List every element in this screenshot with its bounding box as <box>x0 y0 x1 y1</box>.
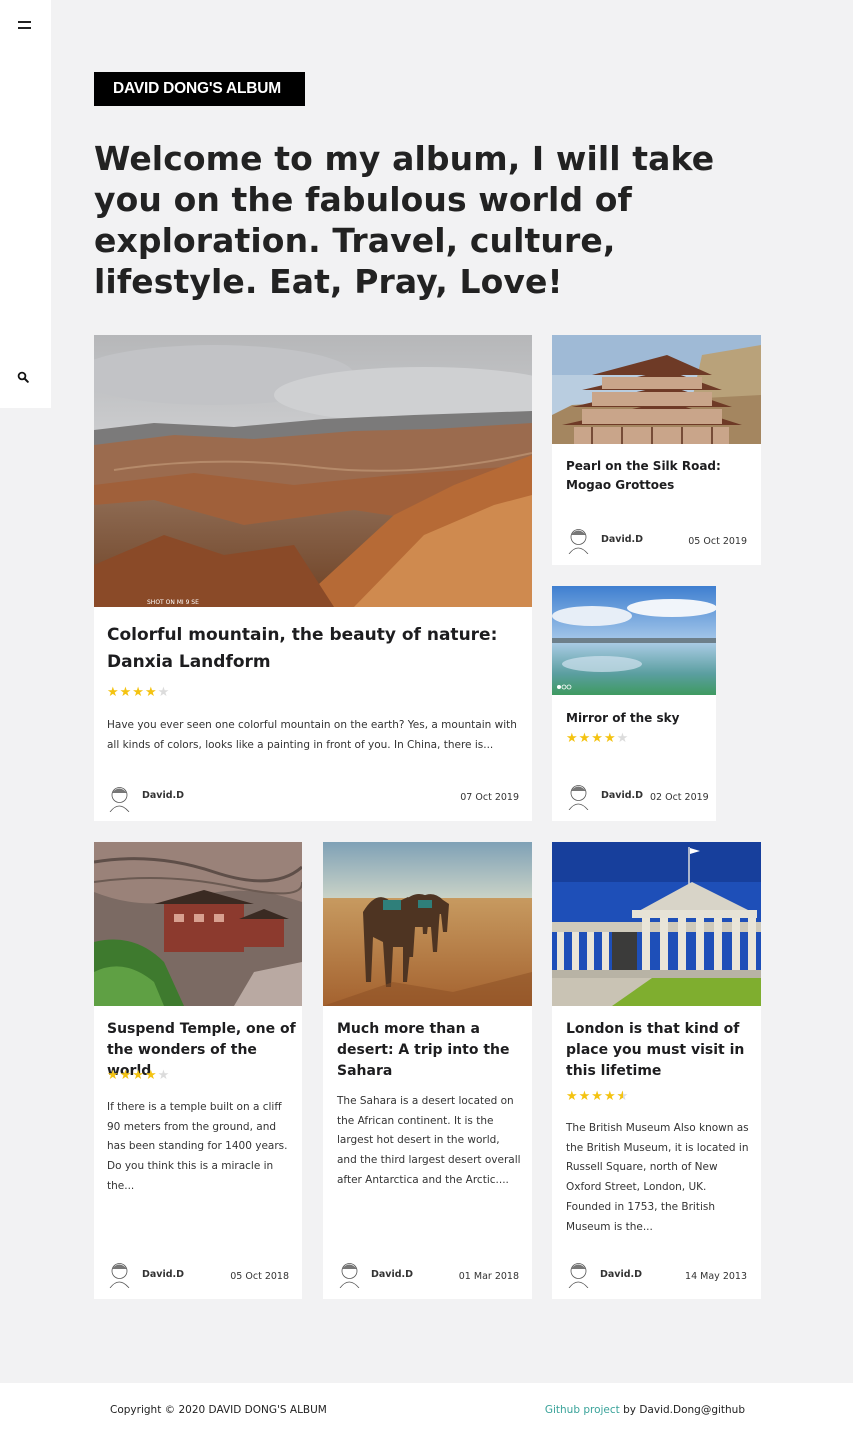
github-credit: Github project by David.Dong@github <box>545 1404 745 1416</box>
site-logo[interactable]: DAVID DONG'S ALBUM <box>94 72 305 106</box>
suspend-temple-post-image <box>94 842 302 1006</box>
featured-post-image: SHOT ON MI 9 SE <box>94 335 532 607</box>
author-avatar <box>339 1263 360 1288</box>
post-date: 14 May 2013 <box>685 1271 747 1282</box>
author-name[interactable]: David.D <box>601 534 643 545</box>
post-date: 07 Oct 2019 <box>460 792 519 803</box>
mirror-post-image <box>552 586 716 695</box>
sidebar <box>0 0 51 408</box>
mirror-post-card[interactable]: Mirror of the sky ★★★★★ David.D 02 Oct 2… <box>552 586 716 821</box>
post-title[interactable]: London is that kind of place you must vi… <box>566 1019 756 1082</box>
hamburger-icon[interactable] <box>18 20 31 29</box>
featured-post-card[interactable]: SHOT ON MI 9 SE Colorful mountain, the b… <box>94 335 532 821</box>
post-title[interactable]: Pearl on the Silk Road: Mogao Grottoes <box>566 457 751 495</box>
github-project-link[interactable]: Github project <box>545 1404 620 1416</box>
author-avatar <box>568 529 589 554</box>
london-post-image <box>552 842 761 1006</box>
author-avatar <box>568 1263 589 1288</box>
author-avatar <box>568 785 589 810</box>
photo-caption: SHOT ON MI 9 SE <box>147 599 199 606</box>
author-avatar <box>109 787 130 812</box>
search-icon[interactable] <box>17 371 29 383</box>
author-name[interactable]: David.D <box>142 1269 184 1280</box>
author-avatar <box>109 1263 130 1288</box>
post-excerpt: The Sahara is a desert located on the Af… <box>337 1095 521 1186</box>
rating-stars: ★★★★★ <box>107 1068 171 1083</box>
sahara-post-image <box>323 842 532 1006</box>
post-date: 01 Mar 2018 <box>458 1271 519 1282</box>
suspend-temple-post-card[interactable]: Suspend Temple, one of the wonders of th… <box>94 842 302 1299</box>
post-excerpt: If there is a temple built on a cliff 90… <box>107 1101 288 1192</box>
rating-stars: ★★★★★ <box>566 731 630 746</box>
copyright-text: Copyright © 2020 DAVID DONG'S ALBUM <box>110 1404 327 1416</box>
london-post-card[interactable]: London is that kind of place you must vi… <box>552 842 761 1299</box>
post-date: 02 Oct 2019 <box>650 792 709 803</box>
author-name[interactable]: David.D <box>371 1269 413 1280</box>
page-headline: Welcome to my album, I will take you on … <box>94 139 715 301</box>
post-title[interactable]: Mirror of the sky <box>566 710 711 726</box>
sahara-post-card[interactable]: Much more than a desert: A trip into the… <box>323 842 532 1299</box>
post-title[interactable]: Much more than a desert: A trip into the… <box>337 1019 527 1082</box>
mogao-post-image <box>552 335 761 444</box>
carousel-dots[interactable] <box>108 601 139 607</box>
post-title[interactable]: Colorful mountain, the beauty of nature:… <box>107 622 517 675</box>
github-credit-suffix: by David.Dong@github <box>619 1404 745 1416</box>
site-footer: Copyright © 2020 DAVID DONG'S ALBUM Gith… <box>0 1383 853 1435</box>
mogao-post-card[interactable]: Pearl on the Silk Road: Mogao Grottoes D… <box>552 335 761 565</box>
author-name[interactable]: David.D <box>142 790 184 801</box>
post-date: 05 Oct 2018 <box>230 1271 289 1282</box>
author-name[interactable]: David.D <box>601 790 643 801</box>
post-excerpt: The British Museum Also known as the Bri… <box>566 1122 749 1233</box>
post-date: 05 Oct 2019 <box>688 536 747 547</box>
author-name[interactable]: David.D <box>600 1269 642 1280</box>
rating-stars: ★★★★★★ <box>566 1089 630 1104</box>
rating-stars: ★★★★★ <box>107 685 171 700</box>
post-excerpt: Have you ever seen one colorful mountain… <box>107 719 517 751</box>
